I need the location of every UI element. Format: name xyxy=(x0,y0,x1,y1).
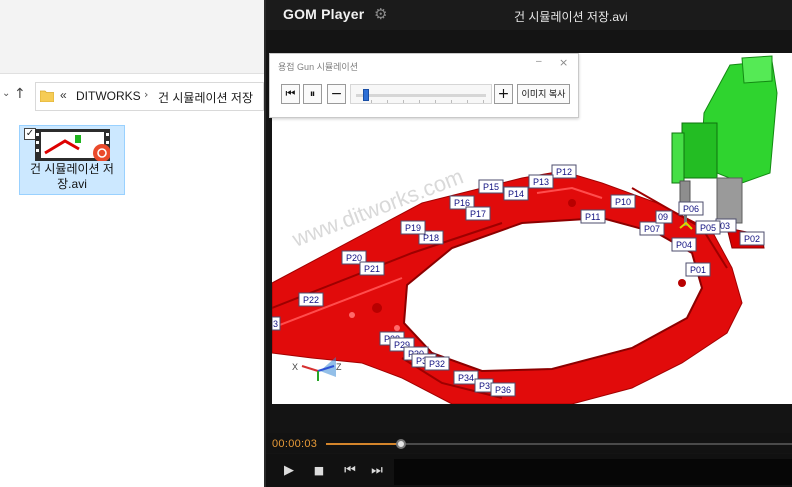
weld-point-p07: P07 xyxy=(639,221,665,236)
folder-icon xyxy=(40,90,54,102)
simulation-slider[interactable] xyxy=(350,84,492,104)
weld-point-label: P02 xyxy=(744,234,760,244)
rewind-start-button[interactable]: ⏮ xyxy=(281,84,300,104)
weld-point-p19: P19 xyxy=(400,220,426,235)
weld-point-label: P07 xyxy=(644,224,660,234)
weld-point-p09: 09 xyxy=(655,210,673,224)
weld-point-edge: 3 xyxy=(272,316,281,331)
weld-point-label: P12 xyxy=(556,167,572,177)
next-icon[interactable]: ⏭ xyxy=(366,460,388,482)
gear-icon[interactable]: ⚙ xyxy=(374,5,387,23)
slider-track xyxy=(356,94,486,97)
weld-point-label: P04 xyxy=(676,240,692,250)
weld-point-p32: P32 xyxy=(424,356,450,371)
weld-point-p15: P15 xyxy=(478,179,504,194)
weld-point-p10: P10 xyxy=(610,194,636,209)
decrease-button[interactable]: − xyxy=(327,84,346,104)
file-explorer-window: ⌄ ↑ « DITWORKS › 건 시뮬레이션 저장 ✓ 건 시뮬레이션 저 … xyxy=(0,0,264,487)
gom-player-logo: GOM Player xyxy=(283,6,365,22)
weld-point-label: P13 xyxy=(533,177,549,187)
weld-point-label: P11 xyxy=(585,212,600,222)
weld-point-label: P01 xyxy=(690,265,706,275)
simulation-dialog: 용접 Gun 시뮬레이션 – × ⏮ ⏸ − + 이미지 복사 xyxy=(269,53,579,118)
weld-point-label: P17 xyxy=(470,209,486,219)
playback-controls: ▶ ■ ⏮ ⏭ xyxy=(266,454,792,487)
file-name-line2: 장.avi xyxy=(57,177,87,191)
address-bar[interactable]: « DITWORKS › 건 시뮬레이션 저장 xyxy=(35,82,264,111)
weld-point-p13: P13 xyxy=(528,174,554,189)
recent-locations-chevron-icon[interactable]: ⌄ xyxy=(2,88,12,102)
axis-z-label: Z xyxy=(336,362,342,372)
weld-point-label: 03 xyxy=(720,221,730,231)
copy-image-button[interactable]: 이미지 복사 xyxy=(517,84,570,104)
slider-thumb[interactable] xyxy=(363,89,370,101)
weld-point-p22: P22 xyxy=(298,292,324,307)
stop-icon[interactable]: ■ xyxy=(308,460,330,482)
weld-point-p21: P21 xyxy=(359,261,385,276)
weld-point-p35: P3 xyxy=(474,378,494,393)
axis-x-label: X xyxy=(292,362,298,372)
weld-point-label: 09 xyxy=(658,212,668,222)
weld-point-p36: P36 xyxy=(490,382,516,397)
explorer-ribbon xyxy=(0,0,264,74)
breadcrumb-chevron-icon[interactable]: › xyxy=(144,88,148,101)
weld-point-label: P22 xyxy=(303,295,319,305)
previous-icon[interactable]: ⏮ xyxy=(339,460,361,482)
video-thumbnail-icon xyxy=(35,129,110,161)
weld-point-p04: P04 xyxy=(671,237,697,252)
weld-point-p14: P14 xyxy=(503,186,529,201)
seek-progress xyxy=(326,443,401,445)
player-titlebar[interactable]: GOM Player ⚙ 건 시뮬레이션 저장.avi xyxy=(266,0,792,30)
weld-point-p06: P06 xyxy=(678,201,704,216)
weld-point-label: P06 xyxy=(683,204,699,214)
dialog-title: 용접 Gun 시뮬레이션 xyxy=(278,62,358,72)
address-segment-folder[interactable]: 건 시뮬레이션 저장 xyxy=(158,89,253,106)
weld-point-label: 3 xyxy=(273,319,278,329)
weld-point-label: P32 xyxy=(429,359,445,369)
weld-point-p02: P02 xyxy=(739,231,765,246)
weld-point-label: P34 xyxy=(458,373,474,383)
address-overflow-marker[interactable]: « xyxy=(60,88,67,102)
play-icon[interactable]: ▶ xyxy=(278,460,300,482)
address-segment-ditworks[interactable]: DITWORKS xyxy=(76,89,141,103)
weld-point-label: P05 xyxy=(700,223,716,233)
screen: ⌄ ↑ « DITWORKS › 건 시뮬레이션 저장 ✓ 건 시뮬레이션 저 … xyxy=(0,0,792,487)
file-name-line1: 건 시뮬레이션 저 xyxy=(30,162,114,176)
elapsed-time: 00:00:03 xyxy=(272,438,318,450)
file-name: 건 시뮬레이션 저 장.avi xyxy=(22,162,122,192)
weld-point-label: P3 xyxy=(479,381,490,391)
increase-button[interactable]: + xyxy=(494,84,513,104)
minimize-icon[interactable]: – xyxy=(536,56,542,67)
weld-point-p34: P34 xyxy=(453,370,479,385)
weld-point-p11: P11 xyxy=(580,209,606,224)
weld-point-label: P36 xyxy=(495,385,511,395)
weld-point-p01: P01 xyxy=(685,262,711,277)
weld-point-label: P21 xyxy=(364,264,380,274)
weld-point-label: P19 xyxy=(405,223,421,233)
pause-button[interactable]: ⏸ xyxy=(303,84,322,104)
seek-thumb[interactable] xyxy=(395,439,406,449)
weld-point-label: P10 xyxy=(615,197,631,207)
file-item-video[interactable]: ✓ 건 시뮬레이션 저 장.avi xyxy=(19,125,125,195)
weld-point-p05: P05 xyxy=(695,220,721,235)
weld-point-p12: P12 xyxy=(551,164,577,179)
weld-point-p17: P17 xyxy=(465,206,491,221)
up-arrow-icon[interactable]: ↑ xyxy=(14,86,30,104)
control-panel-area xyxy=(394,459,792,485)
close-icon[interactable]: × xyxy=(559,56,568,69)
weld-point-label: P15 xyxy=(483,182,499,192)
weld-point-label: P14 xyxy=(508,189,524,199)
seek-bar[interactable]: 00:00:03 xyxy=(266,433,792,453)
player-file-title: 건 시뮬레이션 저장.avi xyxy=(514,10,628,24)
axis-gizmo: X Z xyxy=(292,357,342,381)
